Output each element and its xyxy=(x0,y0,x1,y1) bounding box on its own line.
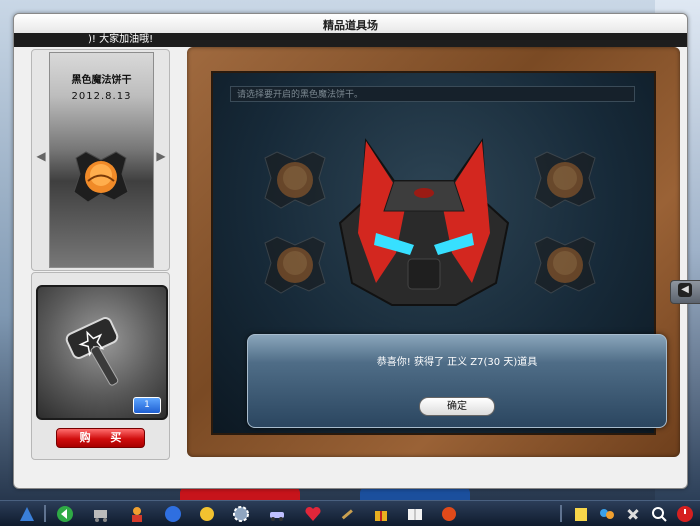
fortune-cookie-slot-icon[interactable] xyxy=(531,233,599,297)
announcement-marquee: )! 大家加油哦! xyxy=(14,33,687,47)
globe-icon[interactable] xyxy=(164,505,182,523)
window-titlebar[interactable]: 精品道具场 xyxy=(14,14,687,34)
home-icon[interactable] xyxy=(18,505,36,523)
fortune-cookie-slot-icon[interactable] xyxy=(261,233,329,297)
kart-mask-reward-icon xyxy=(338,138,510,306)
friends-icon[interactable] xyxy=(598,505,616,523)
fortune-cookie-icon xyxy=(73,151,129,203)
next-item-button[interactable]: ▶ xyxy=(156,148,166,164)
side-collapse-tab[interactable]: ◀ xyxy=(670,280,700,304)
premium-item-window: 精品道具场 )! 大家加油哦! ◀ 黑色魔法饼干 2012.8.13 ▶ 1 购… xyxy=(13,13,688,489)
wrench-icon[interactable] xyxy=(624,505,642,523)
item-selector-panel: ◀ 黑色魔法饼干 2012.8.13 ▶ xyxy=(31,49,170,271)
gift-icon[interactable] xyxy=(372,505,390,523)
character-icon[interactable] xyxy=(128,505,146,523)
hammer-icon xyxy=(65,317,119,386)
window-title: 精品道具场 xyxy=(323,19,378,32)
selection-prompt-field[interactable]: 请选择要开启的黑色魔法饼干。 xyxy=(230,86,635,102)
search-icon[interactable] xyxy=(650,505,668,523)
shop-cart-icon[interactable] xyxy=(92,505,110,523)
fortune-cookie-slot-icon[interactable] xyxy=(531,148,599,212)
car-icon[interactable] xyxy=(268,505,286,523)
bonus-item-slot[interactable]: 1 xyxy=(36,285,168,420)
pet-icon[interactable] xyxy=(198,505,216,523)
book-icon[interactable] xyxy=(406,505,424,523)
cookie-stage: 请选择要开启的黑色魔法饼干。 恭喜你! 获得了 正义 Z7(30 天)道具 确定 xyxy=(211,71,667,435)
back-icon[interactable] xyxy=(56,505,74,523)
taskbar-separator xyxy=(44,505,46,522)
prev-item-button[interactable]: ◀ xyxy=(36,148,46,164)
item-name: 黑色魔法饼干 xyxy=(71,75,132,86)
reward-dialog: 恭喜你! 获得了 正义 Z7(30 天)道具 确定 xyxy=(247,334,667,428)
arrow-left-icon: ◀ xyxy=(678,283,692,297)
bonus-item-panel: 1 购 买 xyxy=(31,272,170,460)
confirm-button[interactable]: 确定 xyxy=(419,397,495,416)
buy-button[interactable]: 购 买 xyxy=(56,428,145,448)
power-icon[interactable] xyxy=(676,505,694,523)
item-count-badge: 1 xyxy=(133,397,161,414)
item-card[interactable]: 黑色魔法饼干 2012.8.13 xyxy=(49,52,154,268)
settings-gear-icon[interactable] xyxy=(232,505,250,523)
game-taskbar xyxy=(0,500,700,526)
taskbar-separator xyxy=(560,505,562,522)
kart-icon[interactable] xyxy=(440,505,458,523)
item-date: 2012.8.13 xyxy=(71,91,132,102)
wooden-frame: 请选择要开启的黑色魔法饼干。 恭喜你! 获得了 正义 Z7(30 天)道具 确定 xyxy=(187,47,680,457)
fortune-cookie-slot-icon[interactable] xyxy=(261,148,329,212)
tools-icon[interactable] xyxy=(338,505,356,523)
marquee-text: )! 大家加油哦! xyxy=(88,34,154,45)
heart-icon[interactable] xyxy=(304,505,322,523)
note-icon[interactable] xyxy=(572,505,590,523)
reward-message: 恭喜你! 获得了 正义 Z7(30 天)道具 xyxy=(376,357,538,368)
